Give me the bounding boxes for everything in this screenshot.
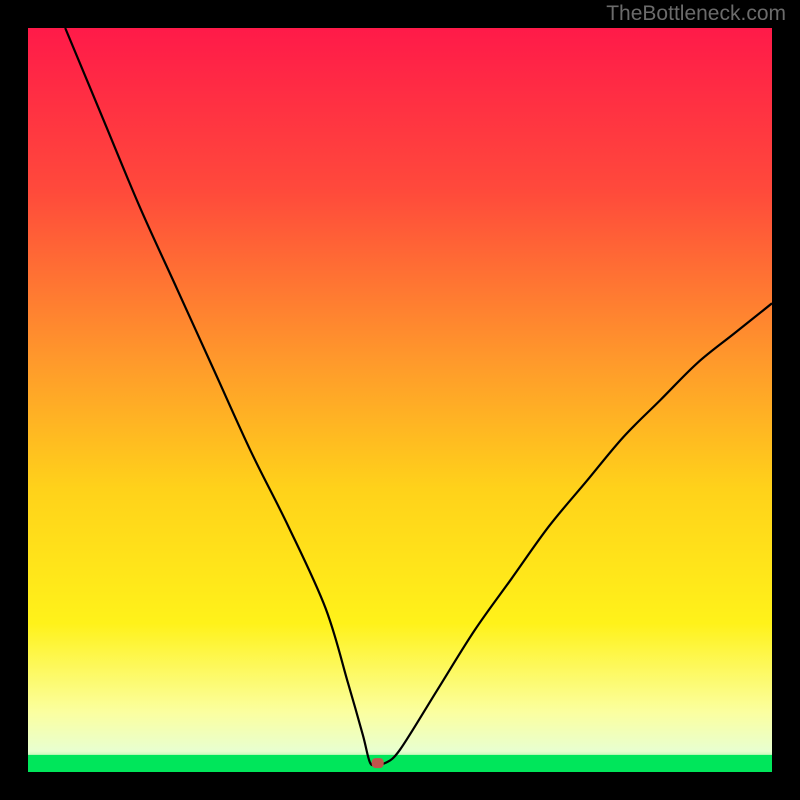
- green-strip: [28, 755, 772, 772]
- chart-frame: TheBottleneck.com: [0, 0, 800, 800]
- plot-area: [28, 28, 772, 772]
- minimum-marker: [372, 758, 384, 768]
- chart-svg: [28, 28, 772, 772]
- watermark-text: TheBottleneck.com: [606, 2, 786, 26]
